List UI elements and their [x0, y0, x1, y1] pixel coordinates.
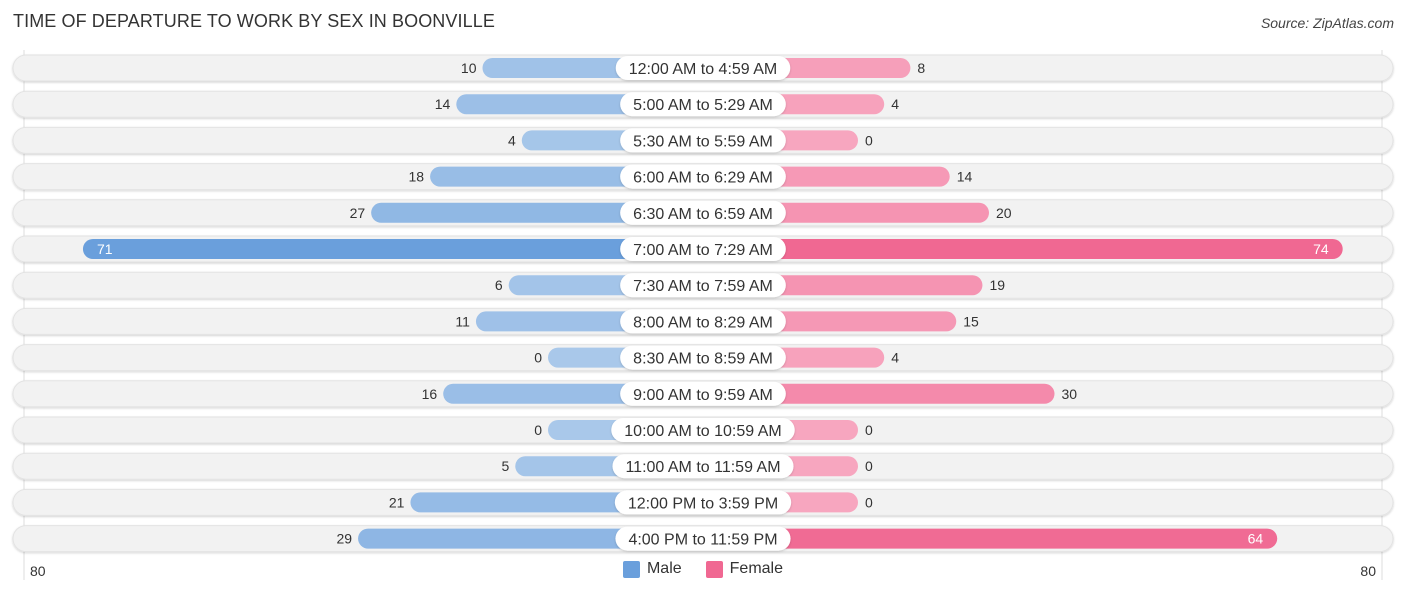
chart-row: 27 20 6:30 AM to 6:59 AM: [12, 199, 1394, 227]
chart-row: 11 15 8:00 AM to 8:29 AM: [12, 307, 1394, 335]
value-label-male: 6: [495, 277, 503, 293]
category-label: 12:00 AM to 4:59 AM: [629, 61, 778, 78]
chart-row: 10 8 12:00 AM to 4:59 AM: [12, 54, 1394, 82]
chart-row: 71 74 7:00 AM to 7:29 AM: [12, 235, 1394, 263]
value-label-male: 18: [409, 169, 425, 185]
legend: Male Female: [0, 560, 1406, 578]
value-label-male: 5: [501, 458, 509, 474]
category-label: 7:00 AM to 7:29 AM: [633, 242, 773, 259]
category-label: 5:00 AM to 5:29 AM: [633, 97, 773, 114]
value-label-male: 14: [435, 96, 451, 112]
value-label-male: 11: [455, 313, 470, 329]
legend-swatch-female: [705, 560, 723, 578]
chart-row: 18 14 6:00 AM to 6:29 AM: [12, 163, 1394, 191]
legend-label-male: Male: [646, 560, 682, 577]
category-label: 10:00 AM to 10:59 AM: [624, 423, 781, 440]
value-label-female: 4: [891, 96, 899, 112]
value-label-female: 4: [891, 350, 899, 366]
legend-label-female: Female: [729, 560, 784, 577]
value-label-female: 30: [1062, 386, 1078, 402]
value-label-female: 64: [1248, 531, 1264, 547]
category-label: 4:00 PM to 11:59 PM: [628, 532, 777, 549]
value-label-female: 74: [1313, 241, 1329, 257]
bar-male: [82, 239, 703, 259]
category-label: 5:30 AM to 5:59 AM: [633, 133, 773, 150]
legend-item-female: Female: [705, 560, 784, 578]
diverging-bar-chart: 80 80 10 812:00 AM to 4:59 AM14 45:00 AM to…: [12, 50, 1394, 580]
chart-row: 6 19 7:30 AM to 7:59 AM: [12, 271, 1394, 299]
category-label: 6:30 AM to 6:59 AM: [633, 206, 773, 223]
category-label: 11:00 AM to 11:59 AM: [625, 459, 780, 476]
chart-row: 5 0 11:00 AM to 11:59 AM: [12, 452, 1394, 480]
bar-female: [703, 239, 1343, 259]
value-label-male: 27: [350, 205, 366, 221]
value-label-female: 0: [865, 494, 873, 510]
value-label-female: 15: [963, 313, 979, 329]
category-label: 6:00 AM to 6:29 AM: [633, 170, 773, 187]
legend-item-male: Male: [622, 560, 682, 578]
value-label-male: 0: [534, 422, 542, 438]
value-label-male: 10: [461, 60, 477, 76]
chart-row: 16 30 9:00 AM to 9:59 AM: [12, 380, 1394, 408]
value-label-female: 20: [996, 205, 1012, 221]
chart-row: 0 4 8:30 AM to 8:59 AM: [12, 344, 1394, 372]
category-label: 12:00 PM to 3:59 PM: [628, 495, 778, 512]
chart-row: 29 64 4:00 PM to 11:59 PM: [12, 525, 1394, 553]
category-label: 9:00 AM to 9:59 AM: [633, 387, 773, 404]
value-label-male: 4: [508, 132, 516, 148]
value-label-female: 14: [957, 169, 973, 185]
value-label-male: 71: [97, 241, 113, 257]
chart-row: 0 0 10:00 AM to 10:59 AM: [12, 416, 1394, 444]
value-label-male: 0: [534, 350, 542, 366]
value-label-female: 8: [917, 60, 925, 76]
value-label-female: 0: [865, 422, 873, 438]
value-label-male: 29: [336, 531, 352, 547]
chart-row: 14 4 5:00 AM to 5:29 AM: [12, 90, 1394, 118]
chart-row: 4 0 5:30 AM to 5:59 AM: [12, 126, 1394, 154]
value-label-male: 16: [422, 386, 438, 402]
category-label: 7:30 AM to 7:59 AM: [633, 278, 773, 295]
value-label-female: 0: [865, 458, 873, 474]
category-label: 8:00 AM to 8:29 AM: [633, 314, 773, 331]
chart-row: 21 0 12:00 PM to 3:59 PM: [12, 488, 1394, 516]
value-label-male: 21: [389, 494, 405, 510]
category-label: 8:30 AM to 8:59 AM: [633, 351, 773, 368]
value-label-female: 19: [989, 277, 1005, 293]
legend-swatch-male: [622, 560, 640, 578]
value-label-female: 0: [865, 132, 873, 148]
